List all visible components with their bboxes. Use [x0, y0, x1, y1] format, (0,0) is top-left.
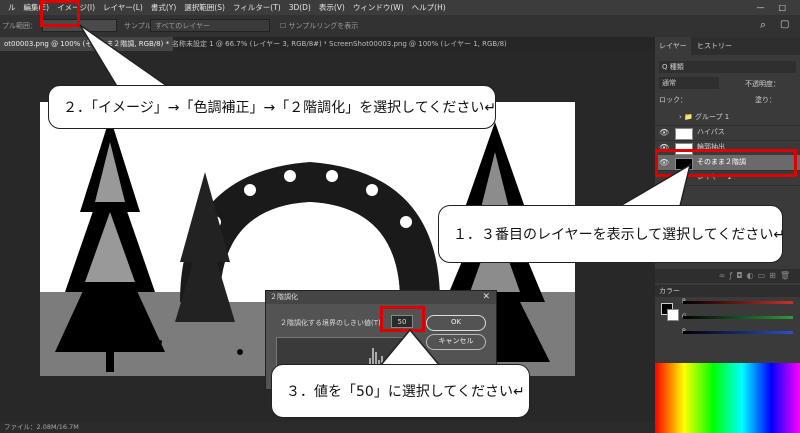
callout-step2: ２．「イメージ」→「色調補正」→「２階調化」を選択してください↵: [48, 85, 496, 129]
callout-step3: ３．値を「50」に選択してください↵: [271, 364, 530, 418]
callout-step1: １．３番目のレイヤーを表示して選択してください↵: [438, 205, 785, 263]
